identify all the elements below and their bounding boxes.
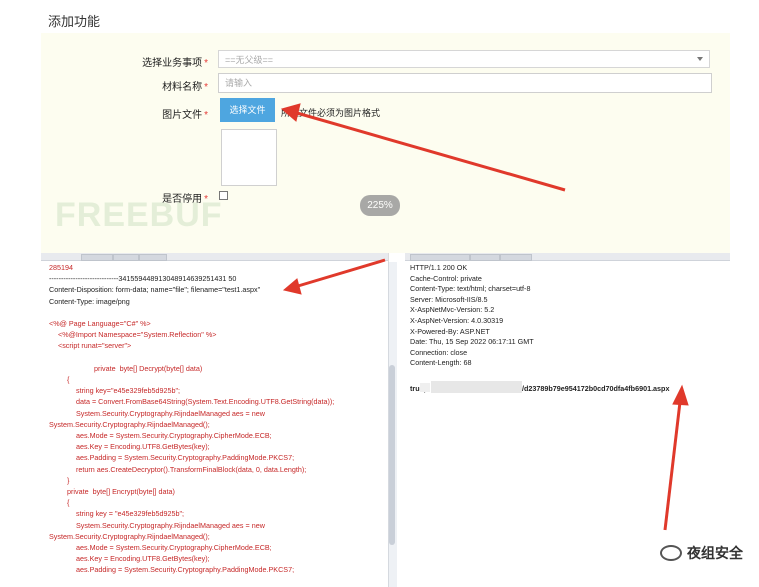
arrow-to-choose-file (296, 111, 566, 192)
arrow-head (280, 103, 301, 122)
arrow-to-filename (297, 258, 386, 288)
arrow-head (282, 278, 302, 295)
arrow-to-response-path (663, 401, 682, 531)
wechat-icon (660, 545, 682, 561)
brand-name: 夜组安全 (687, 545, 743, 561)
annotation-arrows (280, 103, 689, 531)
arrow-head (672, 384, 689, 406)
